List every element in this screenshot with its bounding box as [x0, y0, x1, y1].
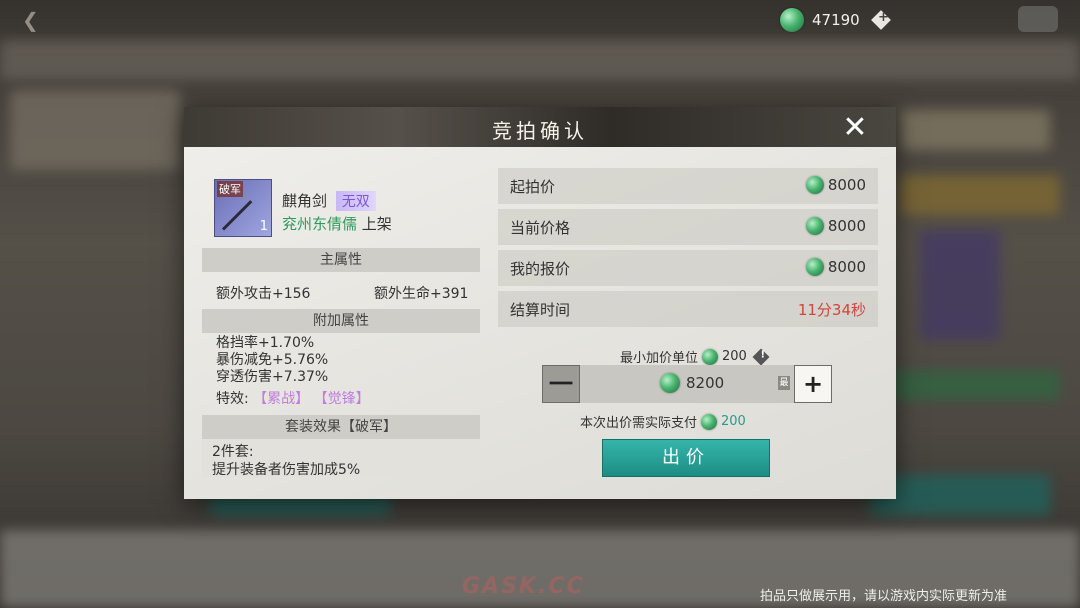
jade-coin-icon [805, 176, 824, 194]
seller-name[interactable]: 兖州东倩儒 [282, 215, 357, 233]
min-increment-label: 最小加价单位 [620, 351, 699, 366]
menu-button[interactable] [1018, 6, 1058, 32]
jade-coin-icon [780, 8, 804, 32]
actual-pay-label: 本次出价需实际支付 [580, 416, 698, 431]
rarity-badge: 无双 [335, 191, 376, 211]
stepper-value: 8200 [686, 374, 725, 392]
actual-pay-line: 本次出价需实际支付 200 [580, 412, 746, 431]
bid-confirm-dialog: 竞拍确认 ✕ 破军 1 麒角剑 无双 兖州东倩儒 上架 主属性 额外攻击+156… [184, 107, 896, 499]
min-increment-line: 最小加价单位 200 [620, 347, 770, 366]
jade-coin-icon [660, 373, 680, 393]
item-name-line: 麒角剑 无双 [282, 190, 376, 211]
my-bid-value: 8000 [827, 258, 866, 276]
start-price-row: 起拍价 8000 [498, 168, 878, 204]
item-set-tag: 破军 [217, 181, 243, 197]
settle-time-label: 结算时间 [510, 301, 571, 319]
current-price-value-wrap: 8000 [805, 217, 866, 235]
main-attr-left: 额外攻击+156 [216, 286, 311, 302]
dialog-title: 竞拍确认 [492, 119, 588, 143]
sword-icon [221, 200, 253, 231]
max-tag[interactable]: 最 [778, 376, 790, 390]
main-attr-header: 主属性 [202, 248, 480, 272]
current-price-row: 当前价格 8000 [498, 209, 878, 245]
seller-suffix: 上架 [361, 215, 392, 233]
current-price-label: 当前价格 [510, 219, 571, 237]
bid-stepper: 一 8200 最 + [542, 365, 832, 403]
bid-button[interactable]: 出价 [602, 439, 770, 477]
currency-amount: 47190 [812, 11, 860, 29]
settle-time-value: 11分34秒 [797, 301, 866, 319]
extra-attr-line: 格挡率+1.70% [216, 335, 315, 351]
item-count: 1 [259, 219, 268, 234]
jade-coin-icon [805, 217, 824, 235]
extra-attr-line: 暴伤减免+5.76% [216, 352, 329, 368]
set-effect-line: 2件套: [212, 444, 254, 460]
effect-tag[interactable]: 【觉锋】 [314, 391, 370, 407]
start-price-label: 起拍价 [510, 178, 556, 196]
start-price-value-wrap: 8000 [805, 176, 866, 194]
effects-line: 特效: 【累战】 【觉锋】 [216, 391, 370, 408]
stepper-value-wrap[interactable]: 8200 [660, 373, 724, 393]
dialog-header: 竞拍确认 ✕ [184, 107, 896, 147]
decrease-button[interactable]: 一 [542, 365, 580, 403]
main-attr-right: 额外生命+391 [374, 286, 469, 302]
top-bar: ❮ 47190 [0, 0, 1080, 40]
my-bid-label: 我的报价 [510, 260, 571, 278]
my-bid-row: 我的报价 8000 [498, 250, 878, 286]
set-effect-line: 提升装备者伤害加成5% [212, 462, 361, 477]
start-price-value: 8000 [827, 176, 866, 194]
currency-display: 47190 [780, 6, 891, 34]
jade-coin-icon [701, 413, 718, 430]
extra-attr-header: 附加属性 [202, 309, 480, 333]
my-bid-value-wrap: 8000 [805, 258, 866, 276]
min-increment-value: 200 [722, 349, 747, 364]
actual-pay-value: 200 [721, 414, 746, 429]
jade-coin-icon [805, 258, 824, 276]
footer-note: 拍品只做展示用，请以游戏内实际更新为准 [760, 589, 1008, 604]
current-price-value: 8000 [827, 217, 866, 235]
close-x-icon[interactable]: ✕ [840, 113, 870, 143]
jade-coin-icon [702, 348, 719, 365]
effect-tag[interactable]: 【累战】 [253, 391, 309, 407]
seller-line: 兖州东倩儒 上架 [282, 213, 392, 234]
extra-attr-line: 穿透伤害+7.37% [216, 369, 329, 385]
back-arrow-icon[interactable]: ❮ [22, 8, 46, 32]
increase-button[interactable]: + [794, 365, 832, 403]
effects-label: 特效: [216, 391, 249, 407]
settle-time-row: 结算时间 11分34秒 [498, 291, 878, 327]
item-name: 麒角剑 [282, 192, 328, 210]
watermark: GASK.CC [462, 574, 585, 599]
set-effect-box[interactable]: 2件套: 提升装备者伤害加成5% [202, 439, 480, 477]
plus-diamond-icon[interactable] [870, 10, 891, 30]
set-effect-header: 套装效果【破军】 [202, 415, 480, 439]
item-icon[interactable]: 破军 1 [214, 179, 272, 237]
info-icon[interactable] [752, 348, 770, 365]
